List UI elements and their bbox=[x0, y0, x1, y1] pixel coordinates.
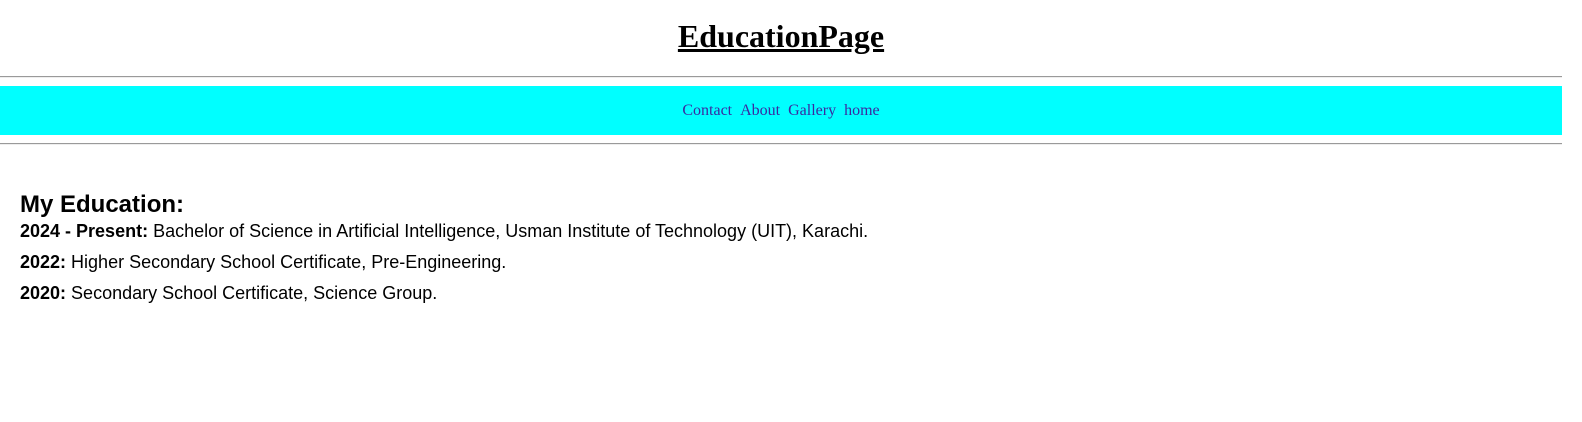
nav-link-home[interactable]: home bbox=[844, 102, 880, 119]
entry-year: 2024 - Present: bbox=[20, 221, 149, 241]
entry-text: Bachelor of Science in Artificial Intell… bbox=[148, 221, 869, 241]
entry-year: 2020: bbox=[20, 283, 67, 303]
section-heading: My Education: bbox=[20, 191, 185, 218]
education-entry: 2024 - Present: Bachelor of Science in A… bbox=[20, 220, 868, 242]
education-entry: 2020: Secondary School Certificate, Scie… bbox=[20, 282, 868, 304]
education-entry: 2022: Higher Secondary School Certificat… bbox=[20, 251, 868, 273]
nav-link-contact[interactable]: Contact bbox=[682, 102, 732, 119]
nav-link-gallery[interactable]: Gallery bbox=[788, 102, 836, 119]
bottom-divider bbox=[0, 143, 1562, 145]
nav-link-about[interactable]: About bbox=[740, 102, 780, 119]
entry-year: 2022: bbox=[20, 252, 67, 272]
entry-text: Secondary School Certificate, Science Gr… bbox=[66, 283, 438, 303]
entry-text: Higher Secondary School Certificate, Pre… bbox=[66, 252, 507, 272]
nav-bar: Contact About Gallery home bbox=[0, 86, 1562, 135]
top-divider bbox=[0, 76, 1562, 78]
page-title: EducationPage bbox=[677, 18, 885, 54]
education-section: My Education: 2024 - Present: Bachelor o… bbox=[20, 190, 868, 313]
